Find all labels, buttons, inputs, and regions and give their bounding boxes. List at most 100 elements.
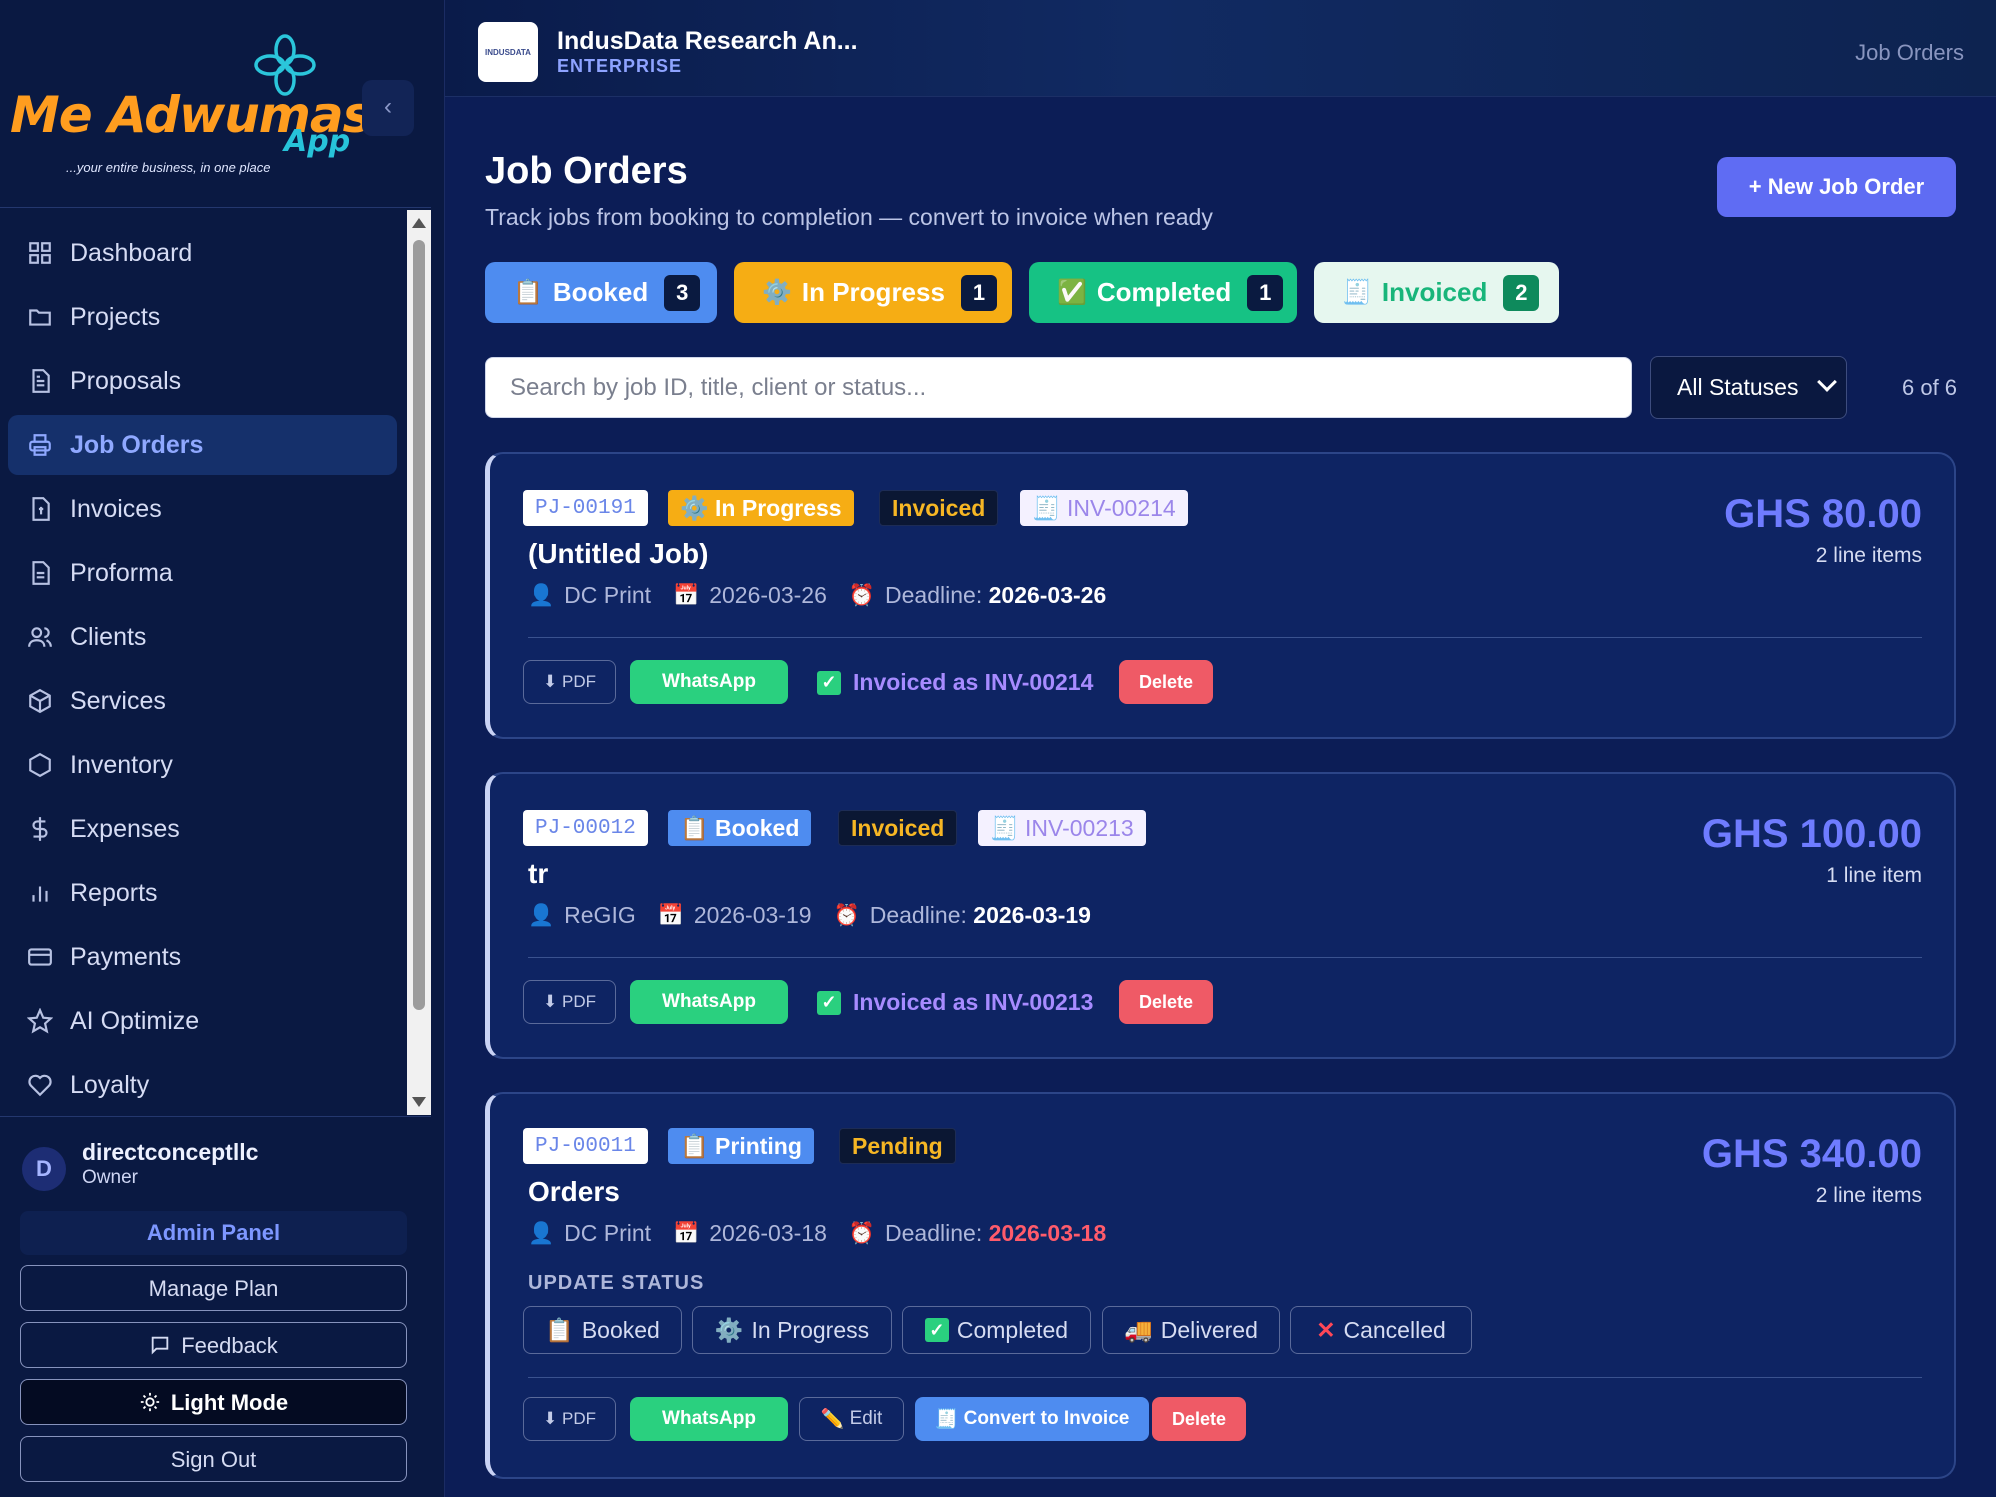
job-amount: GHS 100.00 [1701,812,1922,856]
sign-out-button[interactable]: Sign Out [20,1436,407,1482]
billing-badge: Pending [839,1128,956,1164]
feedback-button[interactable]: Feedback [20,1322,407,1368]
scroll-up-arrow-icon[interactable] [412,218,426,228]
filter-pill-booked[interactable]: 📋 Booked 3 [485,262,717,323]
whatsapp-label: WhatsApp [662,1408,756,1429]
alarm-clock-icon: ⏰ [848,583,876,607]
box-icon [26,687,54,715]
grid-icon [26,239,54,267]
delete-button[interactable]: Delete [1119,660,1213,704]
invoice-ref-badge[interactable]: 🧾 INV-00213 [978,810,1146,846]
check-icon: ✅ [1057,279,1087,306]
job-card[interactable]: PJ-00191 ⚙️ In Progress Invoiced 🧾 INV-0… [485,452,1956,739]
job-title: tr [528,858,549,889]
dollar-icon [26,815,54,843]
gear-icon: ⚙️ [714,1316,744,1343]
pill-label: Invoiced [1381,277,1488,307]
sidebar-item-job-orders[interactable]: Job Orders [8,415,397,475]
check-icon: ✓ [924,1318,949,1342]
status-button-cancelled[interactable]: ✕ Cancelled [1290,1306,1472,1354]
job-amount: GHS 80.00 [1724,492,1922,536]
filter-pill-invoiced[interactable]: 🧾 Invoiced 2 [1314,262,1559,323]
pdf-button[interactable]: ⬇ PDF [523,660,616,704]
person-icon: 👤 [528,1221,555,1245]
manage-plan-button[interactable]: Manage Plan [20,1265,407,1311]
status-button-booked[interactable]: 📋 Booked [523,1306,682,1354]
avatar[interactable]: D [22,1147,66,1191]
whatsapp-button[interactable]: WhatsApp [630,660,788,704]
pdf-button[interactable]: ⬇ PDF [523,980,616,1024]
card-divider [528,957,1922,958]
light-mode-toggle[interactable]: Light Mode [20,1379,407,1425]
sidebar-item-label: AI Optimize [70,1006,200,1035]
convert-to-invoice-button[interactable]: 🧾 Convert to Invoice [915,1397,1149,1441]
filter-pill-in-progress[interactable]: ⚙️ In Progress 1 [734,262,1012,323]
job-card[interactable]: PJ-00012 📋 Booked Invoiced 🧾 INV-00213 t… [485,772,1956,1059]
deadline-label: Deadline: [885,582,983,608]
chat-icon [151,1336,169,1355]
sidebar-item-ai-optimize[interactable]: AI Optimize [8,991,397,1051]
card-divider [528,637,1922,638]
sidebar-item-proposals[interactable]: Proposals [8,351,397,411]
status-button-delivered[interactable]: 🚚 Delivered [1102,1306,1280,1354]
check-icon: ✓ [817,670,841,695]
billing-badge: Invoiced [838,810,958,846]
sidebar-item-dashboard[interactable]: Dashboard [8,223,397,283]
sidebar-item-loyalty[interactable]: Loyalty [8,1055,397,1115]
status-badge: ⚙️ In Progress [668,490,854,526]
admin-panel-button[interactable]: Admin Panel [20,1211,407,1255]
sidebar-item-payments[interactable]: Payments [8,927,397,987]
job-card[interactable]: PJ-00011 📋 Printing Pending Orders 👤 DC … [485,1092,1956,1479]
status-button-completed[interactable]: ✓ Completed [902,1306,1091,1354]
new-job-order-button[interactable]: + New Job Order [1717,157,1956,217]
scroll-down-arrow-icon[interactable] [412,1097,426,1107]
sidebar-item-inventory[interactable]: Inventory [8,735,397,795]
sidebar-scrollbar[interactable] [407,210,431,1115]
sidebar-item-proforma[interactable]: Proforma [8,543,397,603]
alarm-clock-icon: ⏰ [848,1221,876,1245]
page-title: Job Orders [485,150,688,192]
status-button-label: Cancelled [1343,1316,1446,1343]
sidebar-item-clients[interactable]: Clients [8,607,397,667]
sidebar-item-invoices[interactable]: Invoices [8,479,397,539]
job-client: DC Print [564,582,652,608]
status-button-label: Delivered [1160,1316,1258,1343]
job-id-badge: PJ-00011 [523,1128,648,1164]
delete-button[interactable]: Delete [1152,1397,1246,1441]
x-mark-icon: ✕ [1316,1316,1336,1343]
card-divider [528,1377,1922,1378]
job-meta: 👤 DC Print 📅 2026-03-18 ⏰ Deadline: 2026… [528,1220,1106,1247]
user-role: Owner [82,1167,138,1188]
pill-label: Booked [552,277,649,307]
edit-button[interactable]: ✏️ Edit [799,1397,904,1441]
status-filter-select[interactable]: All Statuses [1650,356,1847,419]
document-icon [26,559,54,587]
delete-button[interactable]: Delete [1119,980,1213,1024]
whatsapp-button[interactable]: WhatsApp [630,980,788,1024]
scroll-thumb[interactable] [413,240,425,1010]
sidebar-item-expenses[interactable]: Expenses [8,799,397,859]
sidebar-item-label: Clients [70,622,147,651]
collapse-sidebar-button[interactable]: ‹ [362,80,414,136]
sidebar-item-label: Loyalty [70,1070,150,1099]
whatsapp-button[interactable]: WhatsApp [630,1397,788,1441]
whatsapp-label: WhatsApp [662,991,756,1012]
job-client: DC Print [564,1220,652,1246]
invoice-icon [26,495,54,523]
folder-icon [26,303,54,331]
search-input[interactable] [485,357,1632,418]
sidebar-item-reports[interactable]: Reports [8,863,397,923]
truck-icon: 🚚 [1124,1316,1153,1343]
job-id-badge: PJ-00191 [523,490,648,526]
user-name: directconceptllc [82,1139,259,1165]
sidebar-item-label: Dashboard [70,238,193,267]
sidebar-item-projects[interactable]: Projects [8,287,397,347]
invoice-ref-badge[interactable]: 🧾 INV-00214 [1020,490,1188,526]
alarm-clock-icon: ⏰ [833,903,860,927]
sidebar-nav: Dashboard Projects Proposals Job Orders … [0,210,405,1115]
filter-pill-completed[interactable]: ✅ Completed 1 [1029,262,1297,323]
status-button-in-progress[interactable]: ⚙️ In Progress [692,1306,892,1354]
result-count: 6 of 6 [1902,375,1958,400]
sidebar-item-services[interactable]: Services [8,671,397,731]
pdf-button[interactable]: ⬇ PDF [523,1397,616,1441]
